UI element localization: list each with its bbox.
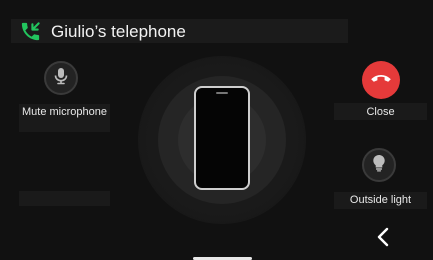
back-button[interactable]: [372, 226, 394, 252]
close-label: Close: [366, 106, 395, 118]
outside-light-label: Outside light: [349, 194, 412, 206]
call-title: Giulio’s telephone: [51, 22, 186, 41]
intercom-call-screen: Giulio’s telephone Mute microphone Close: [0, 0, 433, 260]
mute-microphone-button[interactable]: [44, 61, 78, 95]
chevron-left-icon: [377, 227, 389, 252]
phone-speaker: [216, 92, 228, 94]
smartphone-icon: [194, 86, 250, 190]
close-call-button[interactable]: [362, 61, 400, 99]
light-bulb-icon: [372, 154, 386, 177]
microphone-icon: [53, 67, 69, 90]
mute-microphone-label: Mute microphone: [22, 106, 107, 118]
incoming-call-icon: [19, 20, 42, 43]
hang-up-icon: [370, 71, 392, 89]
empty-control-slot: [19, 191, 110, 206]
outside-light-button[interactable]: [362, 148, 396, 182]
